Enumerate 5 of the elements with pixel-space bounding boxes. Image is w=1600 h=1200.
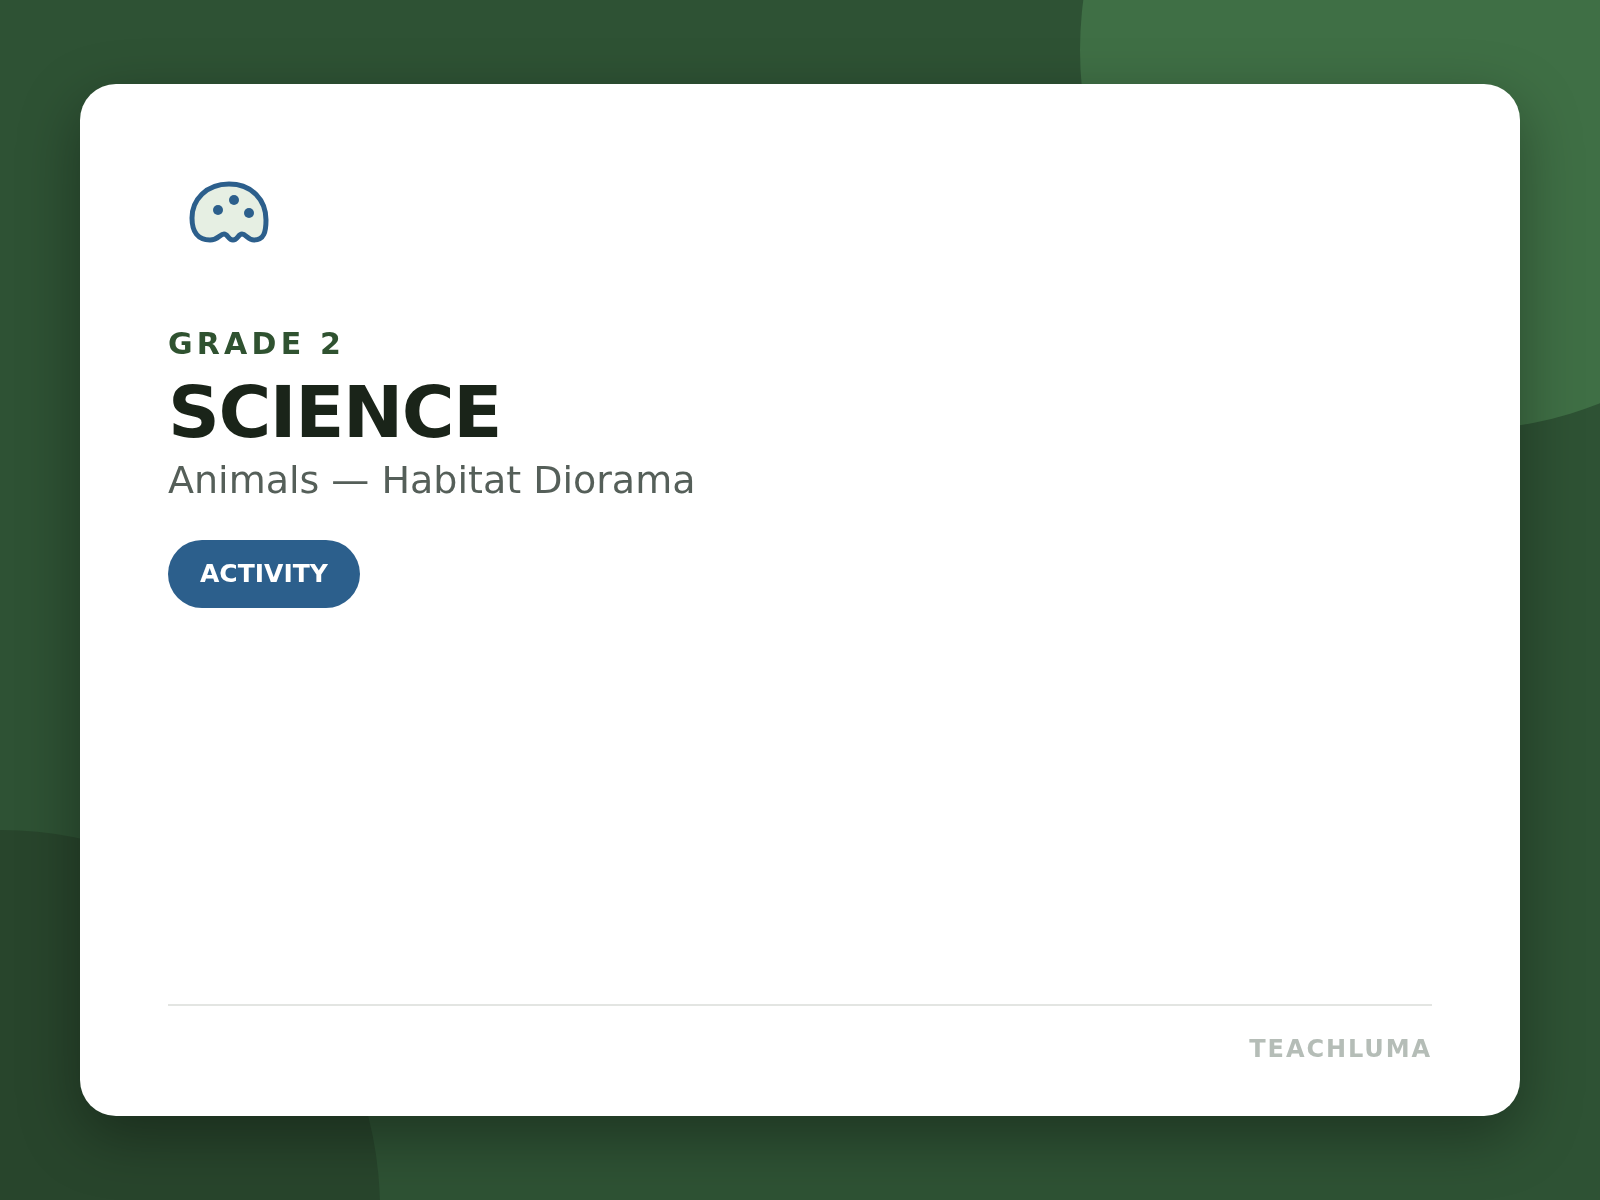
topic-subtitle: Animals — Habitat Diorama	[168, 457, 696, 504]
brand-name: TEACHLUMA	[1249, 1034, 1432, 1064]
grade-label: GRADE 2	[168, 326, 346, 362]
category-tag: ACTIVITY	[168, 540, 360, 608]
subject-title: SCIENCE	[168, 372, 501, 452]
